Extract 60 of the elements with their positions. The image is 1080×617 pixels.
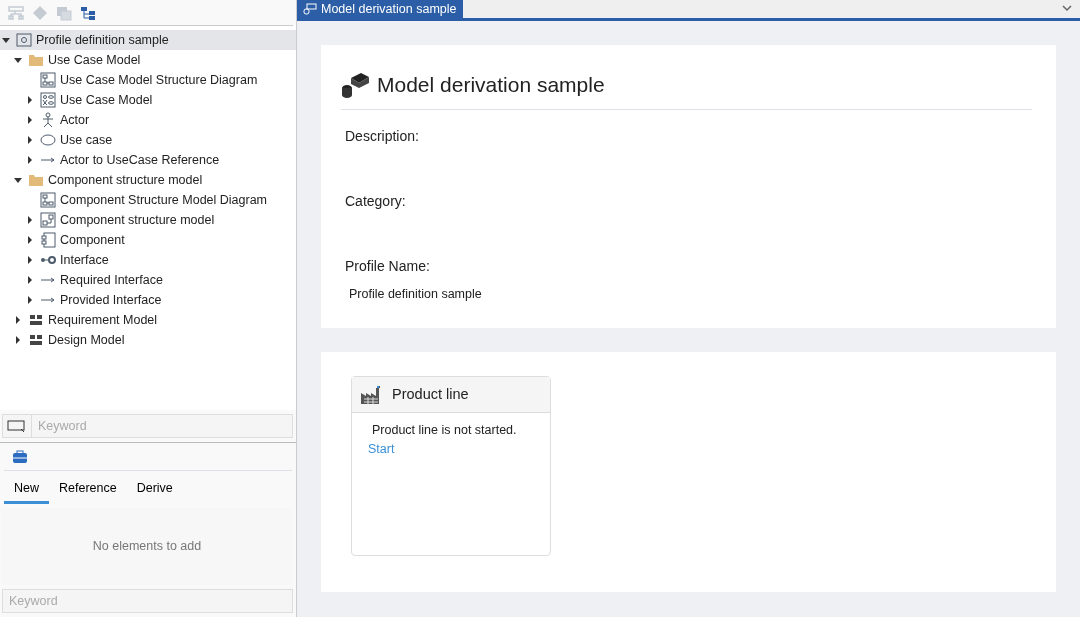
blocks-icon	[28, 332, 44, 348]
tree-item[interactable]: Actor to UseCase Reference	[0, 150, 296, 170]
expand-icon[interactable]	[26, 216, 34, 224]
start-link[interactable]: Start	[368, 441, 395, 456]
expand-icon[interactable]	[26, 256, 34, 264]
expand-icon[interactable]	[26, 156, 34, 164]
expand-icon[interactable]	[26, 296, 34, 304]
expand-icon[interactable]	[14, 336, 22, 344]
expand-icon[interactable]	[26, 276, 34, 284]
ellipse-icon	[40, 132, 56, 148]
tree-item[interactable]: Provided Interface	[0, 290, 296, 310]
tree-item[interactable]: Design Model	[0, 330, 296, 350]
tree-item[interactable]: Actor	[0, 110, 296, 130]
hierarchy-icon[interactable]	[80, 4, 96, 21]
tree-item[interactable]: Interface	[0, 250, 296, 270]
folder-icon	[28, 172, 44, 188]
tree-item[interactable]: Profile definition sample	[0, 30, 296, 50]
blocks-icon	[28, 312, 44, 328]
tree-item[interactable]: Component	[0, 230, 296, 250]
folder-icon	[28, 52, 44, 68]
expand-icon[interactable]	[14, 316, 22, 324]
expand-icon[interactable]	[26, 116, 34, 124]
expand-icon[interactable]	[26, 136, 34, 144]
toolbox-icon[interactable]	[12, 449, 28, 464]
expand-icon[interactable]	[26, 236, 34, 244]
component-icon	[40, 232, 56, 248]
linked-boxes-icon	[40, 212, 56, 228]
field-label: Description:	[345, 126, 420, 146]
empty-message: No elements to add	[92, 537, 202, 555]
editor-tab[interactable]: Model derivation sample	[297, 0, 463, 18]
gear-frame-icon	[16, 32, 32, 48]
status-text: Product line is not started.	[371, 422, 518, 439]
field-value: Profile definition sample	[348, 285, 483, 303]
chevron-down-icon[interactable]	[1062, 4, 1072, 12]
tree-item[interactable]: Requirement Model	[0, 310, 296, 330]
tree-item[interactable]: Component structure model	[0, 170, 296, 190]
tree-item[interactable]: Component structure model	[0, 210, 296, 230]
diagram-icon	[40, 192, 56, 208]
collapse-icon[interactable]	[14, 176, 22, 184]
field-label: Category:	[345, 191, 407, 211]
tree-item[interactable]: Use Case Model	[0, 90, 296, 110]
field-label: Profile Name:	[345, 256, 431, 276]
collapse-icon[interactable]	[14, 56, 22, 64]
tree-item[interactable]: Use Case Model Structure Diagram	[0, 70, 296, 90]
tree-item[interactable]: Component Structure Model Diagram	[0, 190, 296, 210]
tree-item[interactable]: Use Case Model	[0, 50, 296, 70]
keyword-field[interactable]: Keyword	[31, 414, 293, 438]
page-title: Model derivation sample	[377, 72, 605, 98]
stick-figure-icon	[40, 112, 56, 128]
text-filter-icon[interactable]	[7, 419, 27, 433]
card-title: Product line	[392, 384, 469, 404]
toolbox-tab[interactable]: Derive	[126, 474, 183, 504]
keyword-field[interactable]: Keyword	[2, 589, 293, 613]
tree-item[interactable]: Required Interface	[0, 270, 296, 290]
toolbox-tab[interactable]: New	[4, 474, 49, 504]
diagram-icon	[40, 72, 56, 88]
expand-icon[interactable]	[26, 96, 34, 104]
toolbox-tab[interactable]: Reference	[49, 474, 127, 504]
collapse-icon[interactable]	[2, 36, 10, 44]
tree-item[interactable]: Use case	[0, 130, 296, 150]
